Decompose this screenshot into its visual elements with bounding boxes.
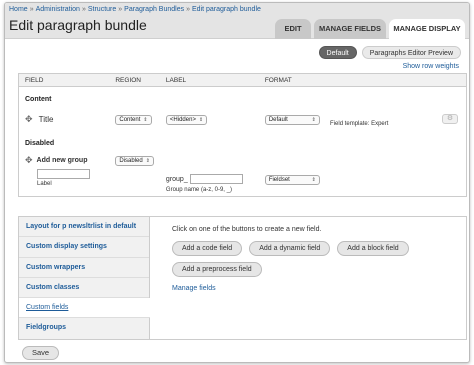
gear-icon[interactable]: ⚙	[442, 114, 458, 124]
vertical-tab-fieldgroups[interactable]: Fieldgroups	[19, 318, 149, 338]
view-mode-editor-preview[interactable]: Paragraphs Editor Preview	[361, 46, 461, 59]
chevron-down-icon: ⇕	[198, 116, 204, 123]
breadcrumb-administration[interactable]: Administration	[36, 6, 80, 13]
column-header-region: REGION	[109, 73, 160, 87]
add-block-field-button[interactable]: Add a block field	[337, 241, 409, 256]
breadcrumb-paragraph-bundles[interactable]: Paragraph Bundles	[124, 6, 184, 13]
show-row-weights-link[interactable]: Show row weights	[403, 63, 459, 70]
breadcrumb-structure[interactable]: Structure	[88, 6, 116, 13]
breadcrumb-home[interactable]: Home	[9, 6, 28, 13]
drag-handle-icon[interactable]: ✥	[25, 114, 33, 124]
chevron-down-icon: ⇕	[311, 116, 316, 123]
add-dynamic-field-button[interactable]: Add a dynamic field	[249, 241, 331, 256]
column-header-format: FORMAT	[258, 73, 467, 87]
vertical-tab-layout[interactable]: Layout for p newsltrlist in default	[19, 217, 149, 238]
chevron-down-icon: ⇕	[145, 158, 150, 164]
chevron-down-icon: ⇕	[311, 177, 316, 183]
drag-handle-icon[interactable]: ✥	[25, 155, 33, 166]
vertical-tab-custom-wrappers[interactable]: Custom wrappers	[19, 258, 149, 278]
vertical-tab-custom-fields[interactable]: Custom fields	[19, 298, 150, 319]
breadcrumb: Home» Administration» Structure» Paragraph …	[9, 6, 261, 13]
column-header-label: LABEL	[159, 73, 259, 87]
region-title-content: Content	[25, 96, 52, 103]
new-group-label-caption: Label	[37, 181, 52, 187]
page-header: Home» Administration» Structure» Paragraph …	[5, 3, 469, 40]
custom-fields-pane: Click on one of the buttons to create a …	[172, 226, 442, 292]
column-header-field: FIELD	[18, 73, 110, 87]
region-select-new-group[interactable]: Disabled ⇕	[115, 156, 154, 166]
add-preprocess-field-button[interactable]: Add a preprocess field	[172, 262, 262, 277]
vertical-tabs-list: Layout for p newsltrlist in default Cust…	[19, 217, 150, 339]
field-name-title: Title	[38, 114, 54, 124]
format-select-new-group[interactable]: Fieldset ⇕	[264, 175, 320, 185]
custom-fields-buttons: Add a code field Add a dynamic field Add…	[172, 241, 442, 277]
tab-manage-fields[interactable]: Manage fields	[314, 19, 386, 39]
vertical-tabs-panel: Layout for p newsltrlist in default Cust…	[18, 216, 467, 340]
vertical-tab-custom-display-settings[interactable]: Custom display settings	[19, 237, 149, 258]
vertical-tab-custom-classes[interactable]: Custom classes	[19, 278, 149, 299]
region-row-content: Content	[19, 87, 467, 108]
group-name-input[interactable]	[189, 174, 243, 184]
region-select-title[interactable]: Content ⇕	[115, 114, 152, 125]
table-row: ✥ Title Content ⇕ <Hidden> ⇕ Default ⇕ Fiel…	[19, 107, 467, 131]
tab-edit[interactable]: Edit	[275, 19, 311, 39]
primary-tabs: Edit Manage fields Manage display	[275, 19, 465, 40]
fields-table: FIELD REGION LABEL FORMAT Content ✥ Titl…	[18, 73, 467, 197]
table-header-row: FIELD REGION LABEL FORMAT	[18, 73, 467, 87]
new-group-label-input[interactable]	[37, 169, 90, 179]
chevron-down-icon: ⇕	[143, 116, 148, 123]
view-mode-default[interactable]: Default	[318, 46, 357, 59]
add-new-group-heading: Add new group	[36, 157, 88, 164]
group-name-prefix: group_	[165, 175, 188, 183]
manage-fields-link[interactable]: Manage fields	[172, 285, 442, 292]
breadcrumb-edit-bundle[interactable]: Edit paragraph bundle	[192, 6, 261, 13]
view-mode-tabs: Default Paragraphs Editor Preview	[318, 46, 461, 59]
custom-fields-description: Click on one of the buttons to create a …	[172, 226, 322, 233]
page-title: Edit paragraph bundle	[9, 17, 147, 33]
field-template-summary: Field template: Expert	[330, 120, 389, 127]
group-name-hint: Group name (a-z, 0-9, _)	[165, 187, 232, 193]
region-title-disabled: Disabled	[25, 140, 55, 147]
label-select-title[interactable]: <Hidden> ⇕	[165, 114, 208, 125]
region-row-disabled: Disabled	[19, 131, 467, 151]
tab-manage-display[interactable]: Manage display	[389, 19, 465, 40]
format-select-title[interactable]: Default ⇕	[264, 114, 320, 125]
table-row: ✥ Add new group Label Disabled ⇕ group_ G…	[19, 151, 467, 197]
add-code-field-button[interactable]: Add a code field	[172, 241, 243, 256]
window-frame: Home» Administration» Structure» Paragraph …	[4, 2, 470, 363]
save-button[interactable]: Save	[22, 346, 60, 360]
